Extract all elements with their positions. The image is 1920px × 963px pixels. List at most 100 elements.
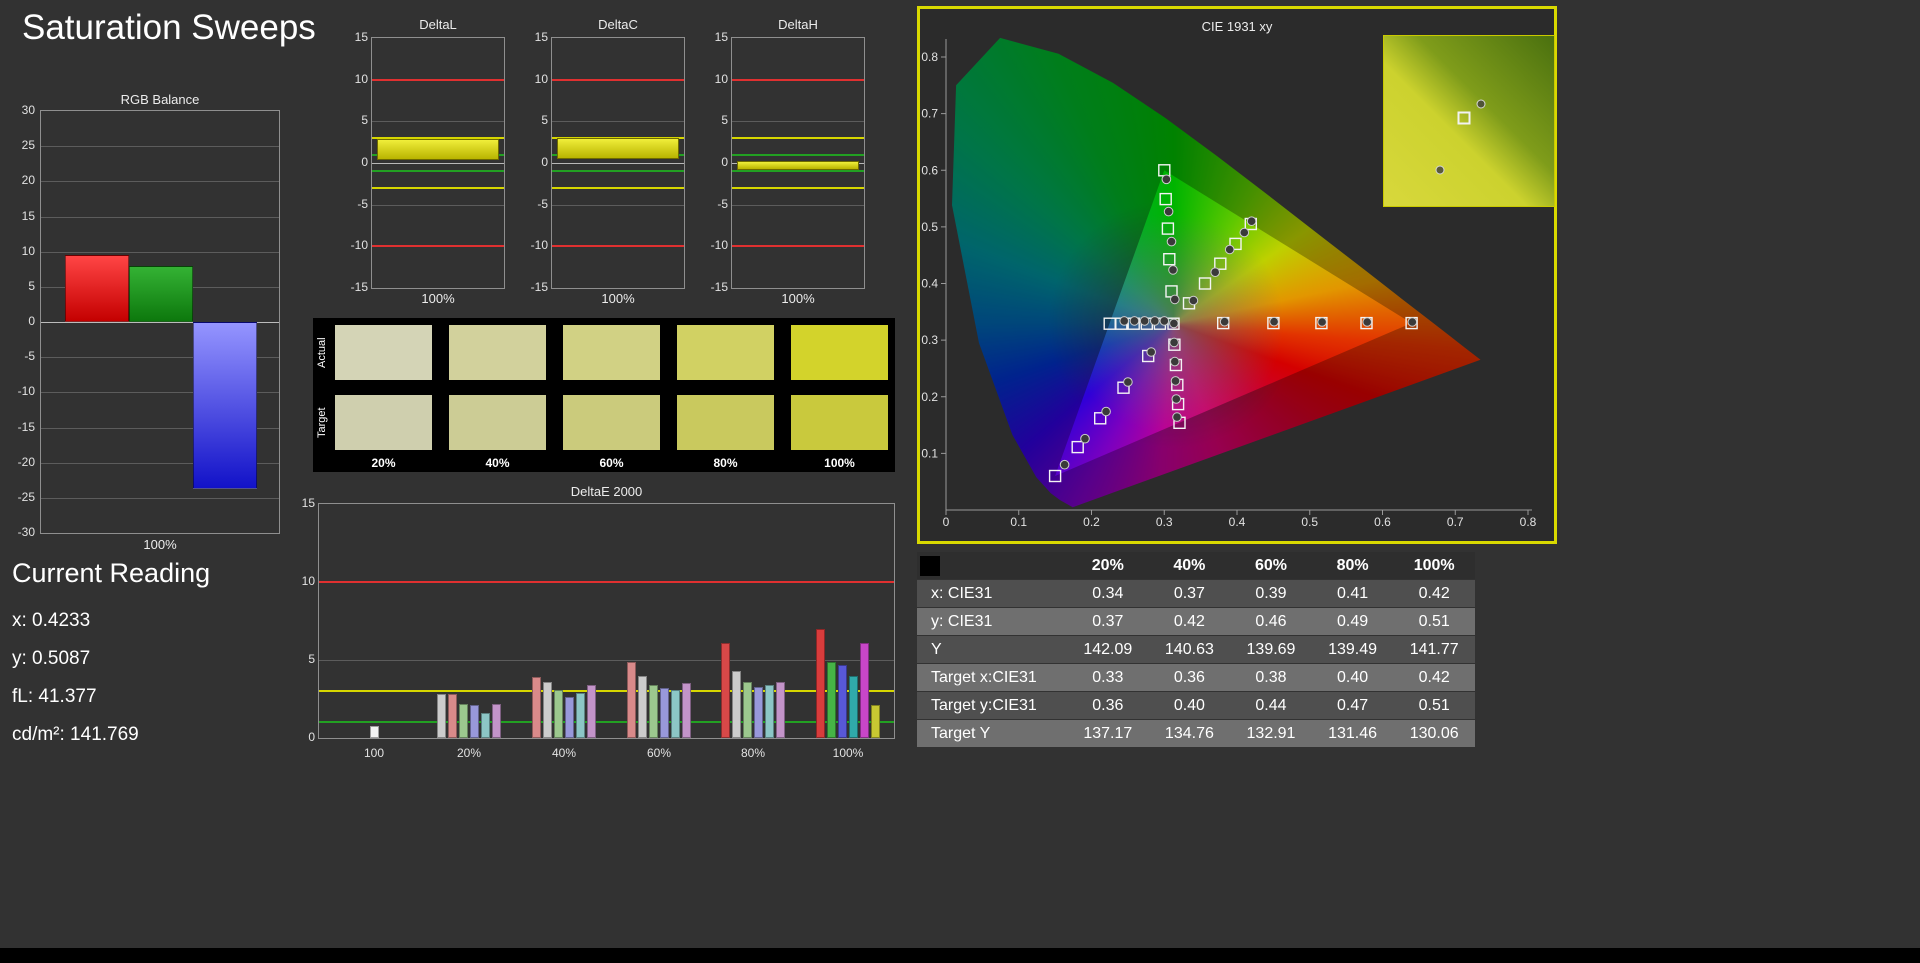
cie-1931-panel[interactable]: 00.10.20.30.40.50.60.70.80.10.20.30.40.5…	[917, 6, 1557, 544]
delta-ytick-label: 10	[518, 72, 548, 86]
cie-zoom-inset	[1383, 35, 1555, 207]
table-row: y: CIE310.370.420.460.490.51	[917, 608, 1475, 635]
cie-target-square	[1215, 258, 1226, 269]
cie-1931-title: CIE 1931 xy	[920, 19, 1554, 34]
cie-x-tick-label: 0.4	[1229, 515, 1246, 529]
color-swatches-panel[interactable]: ActualTarget20%40%60%80%100%	[313, 318, 895, 472]
delta-threshold-line	[732, 79, 864, 81]
table-col-header: 60%	[1230, 552, 1312, 579]
table-cell: 141.77	[1393, 636, 1475, 663]
table-cell: 0.33	[1067, 664, 1149, 691]
table-cell: 134.76	[1149, 720, 1231, 747]
table-cell: 0.47	[1312, 692, 1394, 719]
cie-measured-point	[1162, 175, 1171, 184]
deltae-bar	[638, 676, 647, 738]
cie-measured-point	[1363, 318, 1372, 327]
delta-panel-deltal[interactable]: DeltaL151050-5-10-15100%	[371, 0, 505, 312]
delta-threshold-line	[552, 187, 684, 189]
delta-ytick-label: 0	[338, 155, 368, 169]
bottom-black-bar	[0, 948, 1920, 963]
delta-panel-deltac[interactable]: DeltaC151050-5-10-15100%	[551, 0, 685, 312]
cie-y-tick-label: 0.3	[921, 333, 938, 347]
cie-measured-point	[1171, 357, 1180, 366]
cie-measured-point	[1247, 217, 1256, 226]
deltae2000-title: DeltaE 2000	[318, 484, 895, 499]
current-reading-values: x: 0.4233y: 0.5087fL: 41.377cd/m²: 141.7…	[12, 602, 139, 754]
delta-ytick-label: 10	[698, 72, 728, 86]
rgb-ytick-label: 5	[3, 279, 35, 293]
cie-measured-point	[1171, 295, 1180, 304]
delta-gridline	[552, 205, 684, 206]
delta-ytick-label: 15	[518, 30, 548, 44]
table-col-header: 20%	[1067, 552, 1149, 579]
delta-panel-deltah[interactable]: DeltaH151050-5-10-15100%	[731, 0, 865, 312]
inset-measured-point	[1436, 166, 1445, 175]
deltae-bar	[459, 704, 468, 738]
rgb-bar-green	[129, 266, 193, 322]
table-row: x: CIE310.340.370.390.410.42	[917, 580, 1475, 607]
table-cell: 0.37	[1149, 580, 1231, 607]
swatch-col-label: 80%	[677, 456, 774, 470]
cie-measured-point	[1170, 319, 1179, 328]
cie-measured-point	[1170, 338, 1179, 347]
cie-y-tick-label: 0.6	[921, 163, 938, 177]
deltae-bar	[721, 643, 730, 738]
table-row-label: Target y:CIE31	[917, 692, 1067, 719]
cie-measured-point	[1270, 317, 1279, 326]
table-cell: 0.42	[1393, 664, 1475, 691]
deltae-bar	[871, 705, 880, 738]
rgb-ytick-label: -20	[3, 455, 35, 469]
cie-measured-point	[1164, 207, 1173, 216]
inset-measured-point	[1476, 100, 1485, 109]
deltae-bar	[649, 685, 658, 738]
deltae-threshold-line	[319, 721, 894, 723]
table-cell: 0.46	[1230, 608, 1312, 635]
table-row: Target x:CIE310.330.360.380.400.42	[917, 664, 1475, 691]
rgb-balance-xaxis-label: 100%	[40, 537, 280, 552]
delta-value-bar	[737, 161, 859, 170]
cie-measured-point	[1318, 318, 1327, 327]
delta-ytick-label: 15	[338, 30, 368, 44]
deltae-gridline	[319, 660, 894, 661]
deltae-bar	[492, 704, 501, 738]
delta-value-bar	[377, 139, 499, 160]
table-corner-cell	[917, 552, 1067, 579]
rgb-gridline	[41, 217, 279, 218]
delta-ytick-label: 10	[338, 72, 368, 86]
rgb-bar-blue	[193, 322, 257, 489]
delta-gridline	[552, 121, 684, 122]
delta-threshold-line	[732, 245, 864, 247]
deltae-xtick-label: 100	[344, 746, 404, 760]
table-cell: 0.41	[1312, 580, 1394, 607]
swatch-row-label: Actual	[316, 325, 330, 380]
delta-threshold-line	[372, 187, 504, 189]
cie-target-square	[1104, 318, 1115, 329]
deltae-ytick-label: 10	[285, 574, 315, 588]
delta-xaxis-label: 100%	[551, 291, 685, 306]
cie-measured-point	[1211, 268, 1220, 277]
rgb-gridline	[41, 146, 279, 147]
cie-measured-point	[1147, 348, 1156, 357]
deltae-ytick-label: 5	[285, 652, 315, 666]
swatch-actual	[791, 325, 888, 380]
swatch-target	[335, 395, 432, 450]
deltae-bar	[554, 690, 563, 738]
rgb-gridline	[41, 252, 279, 253]
measurement-table[interactable]: 20%40%60%80%100%x: CIE310.340.370.390.41…	[917, 552, 1475, 747]
cie-measured-point	[1140, 317, 1149, 326]
cie-x-tick-label: 0.2	[1083, 515, 1100, 529]
rgb-ytick-label: 20	[3, 173, 35, 187]
deltae-bar	[827, 662, 836, 738]
deltae-bar	[370, 726, 379, 738]
delta-gridline	[732, 121, 864, 122]
rgb-ytick-label: -25	[3, 490, 35, 504]
table-cell: 0.42	[1149, 608, 1231, 635]
delta-threshold-line	[552, 245, 684, 247]
delta-value-bar	[557, 138, 679, 159]
deltae-bar	[576, 693, 585, 738]
cie-y-tick-label: 0.7	[921, 107, 938, 121]
deltae-bar	[448, 694, 457, 738]
cie-x-tick-label: 0.5	[1301, 515, 1318, 529]
table-cell: 0.38	[1230, 664, 1312, 691]
deltae-bar	[776, 682, 785, 738]
